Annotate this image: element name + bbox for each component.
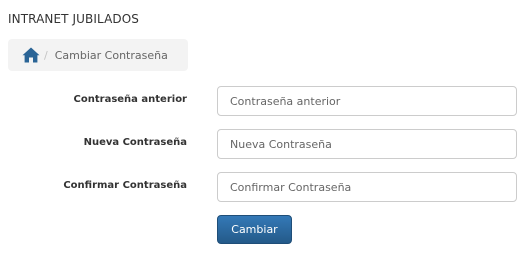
change-password-button[interactable]: Cambiar: [217, 215, 292, 244]
change-password-page: INTRANET JUBILADOS / Cambiar Contraseña …: [0, 0, 524, 256]
breadcrumb-current: Cambiar Contraseña: [54, 48, 168, 62]
form-row-old-password: Contraseña anterior: [0, 86, 524, 116]
confirm-password-label: Confirmar Contraseña: [63, 180, 187, 191]
old-password-input[interactable]: [217, 86, 517, 116]
new-password-label: Nueva Contraseña: [83, 137, 187, 148]
form-row-confirm-password: Confirmar Contraseña: [0, 172, 524, 202]
home-icon[interactable]: [22, 47, 40, 63]
old-password-label: Contraseña anterior: [73, 94, 187, 105]
breadcrumb: / Cambiar Contraseña: [8, 39, 188, 71]
new-password-input[interactable]: [217, 129, 517, 159]
confirm-password-input[interactable]: [217, 172, 517, 202]
form-row-new-password: Nueva Contraseña: [0, 129, 524, 159]
app-title: INTRANET JUBILADOS: [8, 12, 139, 26]
breadcrumb-separator: /: [44, 48, 48, 62]
